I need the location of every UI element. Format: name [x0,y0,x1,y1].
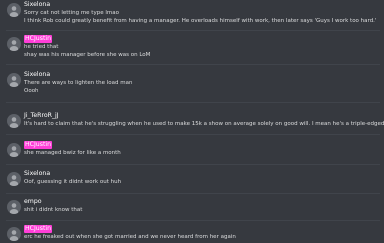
message-divider [6,164,380,165]
message-text: Oof, guessing it didnt work out huh [24,179,122,185]
message-text: shay was his manager before she was on L… [24,52,151,58]
message-divider [6,193,380,194]
avatar-icon[interactable] [7,3,21,17]
message-divider [6,30,380,31]
message-text: Sorry cat not letting me type lmao [24,10,119,16]
message-divider [6,102,380,103]
username[interactable]: Sixelona [24,170,50,178]
avatar-icon[interactable] [7,73,21,87]
message-text: I think Rob could greatly benefit from h… [24,18,377,24]
message-divider [6,64,380,65]
username-highlighted[interactable]: HCJustin [24,35,53,43]
username[interactable]: Ji_TeRroR_jJ [24,112,59,120]
avatar-icon[interactable] [7,37,21,51]
username[interactable]: Sixelona [24,71,50,79]
avatar-icon[interactable] [7,114,21,128]
message-text: Oooh [24,88,39,94]
username[interactable]: Sixelona [24,1,50,9]
message-text: There are ways to lighten the load man [24,80,133,86]
avatar-icon[interactable] [7,143,21,157]
message-text: he tried that [24,44,59,50]
avatar-icon[interactable] [7,200,21,214]
message-divider [6,134,380,135]
username[interactable]: empo [24,198,42,206]
message-text: It's hard to claim that he's struggling … [24,121,384,127]
username-highlighted[interactable]: HCJustin [24,225,53,233]
username-highlighted[interactable]: HCJustin [24,141,53,149]
message-text: shit i didnt know that [24,207,83,213]
chat-message-list: Sixelona Sorry cat not letting me type l… [0,0,384,243]
avatar-icon[interactable] [7,172,21,186]
avatar-icon[interactable] [7,227,21,241]
message-text: she managed bwiz for like a month [24,150,121,156]
message-text: erc he freaked out when she got married … [24,234,236,240]
message-divider [6,220,380,221]
